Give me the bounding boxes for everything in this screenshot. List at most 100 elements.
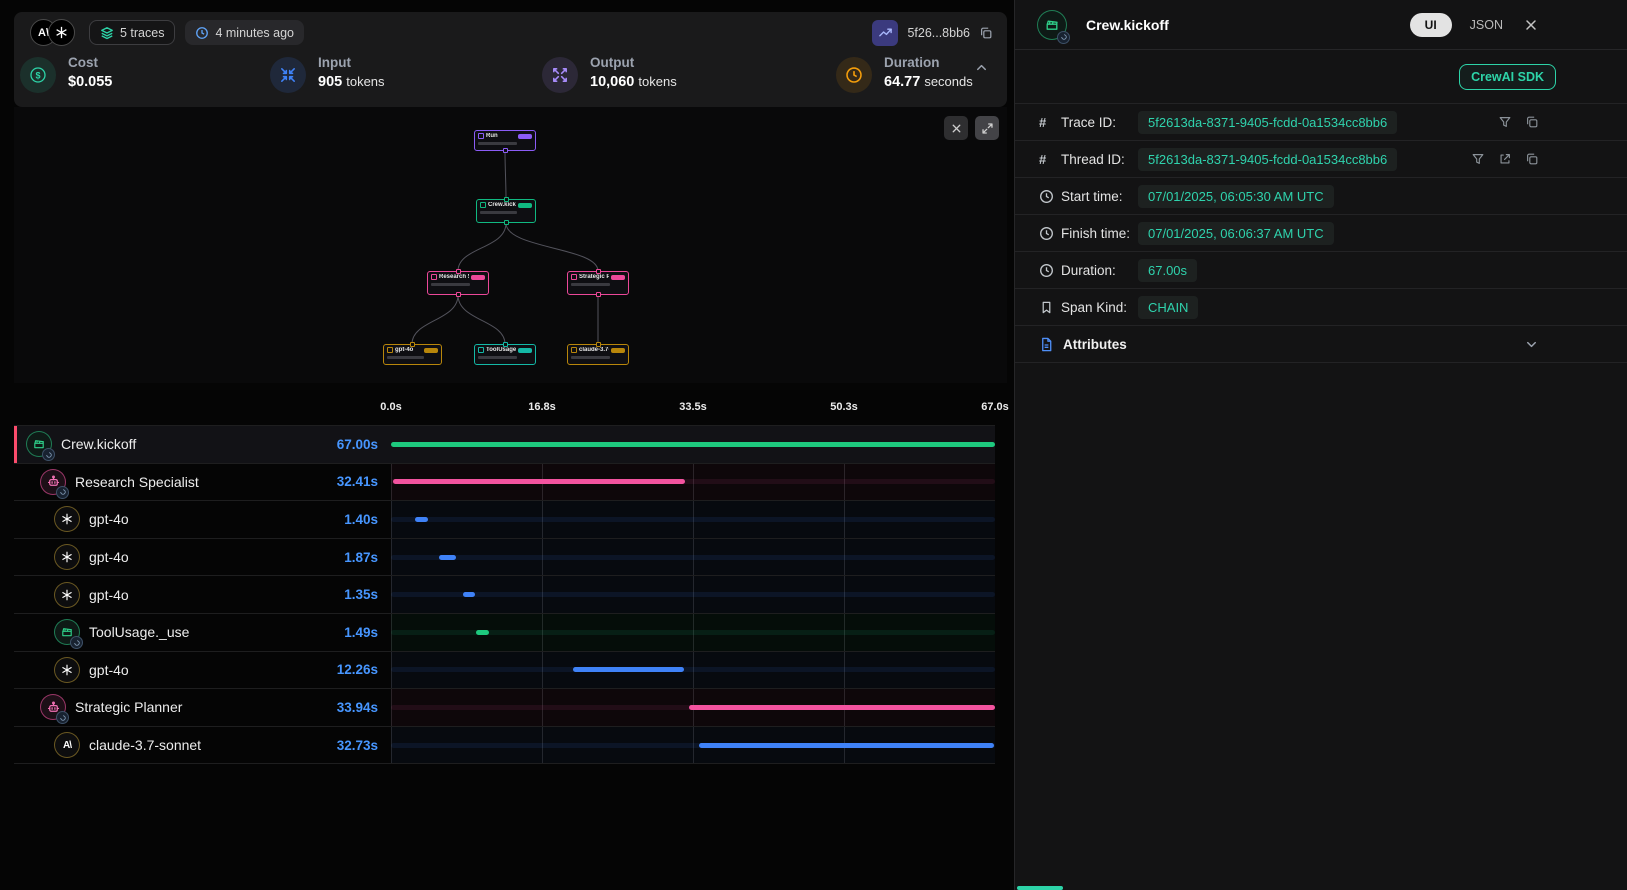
- chevron-down-icon[interactable]: [1524, 337, 1539, 352]
- metric-input: Input 905 tokens: [270, 55, 385, 93]
- span-bar[interactable]: [689, 705, 995, 710]
- span-duration: 33.94s: [337, 700, 391, 715]
- field-label: Start time:: [1061, 189, 1138, 204]
- node-handle-bottom: [503, 148, 508, 153]
- metric-duration: Duration 64.77 seconds: [836, 55, 973, 93]
- span-bar[interactable]: [391, 442, 995, 447]
- traces-count-badge[interactable]: 5 traces: [89, 20, 175, 45]
- node-type-icon: [431, 274, 437, 280]
- span-graph-canvas[interactable]: Run Crew.kickoff Research Speciali... St…: [14, 107, 1007, 383]
- field-list: # Trace ID: 5f2613da-8371-9405-fcdd-0a15…: [1015, 103, 1627, 325]
- span-row-crew-kickoff[interactable]: Crew.kickoff 67.00s: [14, 426, 995, 464]
- node-label: gpt-4o: [395, 347, 422, 353]
- node-subtitle: [478, 142, 517, 145]
- funnel-icon[interactable]: [1498, 115, 1512, 129]
- span-bar[interactable]: [463, 592, 475, 597]
- metric-value: $0.055: [68, 74, 112, 90]
- axis-tick: 0.0s: [380, 401, 401, 413]
- span-name: claude-3.7-sonnet: [89, 737, 201, 753]
- metric-label: Cost: [68, 55, 112, 70]
- node-duration-badge: [471, 275, 485, 280]
- span-row-gpt-4o[interactable]: gpt-4o 1.40s: [14, 501, 995, 539]
- graph-node-research-speciali-[interactable]: Research Speciali...: [427, 271, 489, 295]
- span-row-gpt-4o[interactable]: gpt-4o 1.35s: [14, 576, 995, 614]
- close-icon[interactable]: [1523, 17, 1539, 33]
- scroll-indicator[interactable]: [1017, 886, 1063, 890]
- field-row-start-time: Start time: 07/01/2025, 06:05:30 AM UTC: [1015, 177, 1627, 214]
- tab-ui[interactable]: UI: [1410, 13, 1452, 37]
- graph-node-crew-kickoff[interactable]: Crew.kickoff: [476, 199, 536, 223]
- node-duration-badge: [518, 134, 532, 139]
- sdk-badge[interactable]: CrewAI SDK: [1459, 64, 1556, 90]
- graph-node-strategic-planner[interactable]: Strategic Planner: [567, 271, 629, 295]
- span-row-gpt-4o[interactable]: gpt-4o 1.87s: [14, 539, 995, 577]
- copy-icon[interactable]: [1525, 152, 1539, 166]
- span-row-gpt-4o[interactable]: gpt-4o 12.26s: [14, 652, 995, 690]
- graph-node-run[interactable]: Run: [474, 130, 536, 151]
- spiral-icon: [59, 714, 67, 722]
- openai-icon: [60, 588, 74, 602]
- chevron-up-icon[interactable]: [974, 60, 989, 75]
- time-ago-badge: 4 minutes ago: [185, 20, 304, 45]
- span-bar[interactable]: [476, 630, 489, 635]
- node-type-icon: [478, 133, 484, 139]
- node-duration-badge: [518, 348, 532, 353]
- clock-icon: [1039, 263, 1056, 278]
- span-row-strategic-planner[interactable]: Strategic Planner 33.94s: [14, 689, 995, 727]
- external-icon[interactable]: [1498, 152, 1512, 166]
- node-type-icon: [571, 347, 577, 353]
- field-actions: [1498, 115, 1539, 129]
- metric-output: Output 10,060 tokens: [542, 55, 677, 93]
- span-label-area: ToolUsage._use 1.49s: [14, 614, 391, 651]
- span-name: gpt-4o: [89, 662, 129, 678]
- anthropic-logo-icon: A\: [54, 732, 80, 758]
- span-label-area: gpt-4o 1.40s: [14, 501, 391, 538]
- span-row-toolusage-use[interactable]: ToolUsage._use 1.49s: [14, 614, 995, 652]
- graph-expand-button[interactable]: [975, 116, 999, 140]
- copy-icon[interactable]: [1525, 115, 1539, 129]
- trace-metrics-button[interactable]: [872, 20, 898, 46]
- tab-json[interactable]: JSON: [1470, 18, 1503, 32]
- span-bar[interactable]: [699, 743, 994, 748]
- span-bar[interactable]: [439, 555, 456, 560]
- funnel-icon[interactable]: [1471, 152, 1485, 166]
- span-row-claude-3-7-sonnet[interactable]: A\ claude-3.7-sonnet 32.73s: [14, 727, 995, 765]
- openai-logo-icon: [54, 544, 80, 570]
- copy-icon[interactable]: [979, 26, 993, 40]
- node-type-icon: [480, 202, 486, 208]
- attributes-row[interactable]: Attributes: [1015, 325, 1627, 363]
- trace-summary-card: A\ 5 traces 4 minutes ago: [14, 12, 1007, 107]
- node-handle-bottom: [504, 220, 509, 225]
- metric-value: 10,060 tokens: [590, 74, 677, 90]
- node-handle-top: [596, 269, 601, 274]
- field-value: 07/01/2025, 06:06:37 AM UTC: [1138, 222, 1334, 245]
- agentops-badge-icon: [56, 711, 69, 724]
- clock-icon: [845, 66, 863, 84]
- span-timeline: [391, 689, 995, 726]
- span-bar[interactable]: [393, 479, 685, 484]
- field-row-duration: Duration: 67.00s: [1015, 251, 1627, 288]
- graph-node-claude-3-7-sonnet[interactable]: claude-3.7-sonnet: [567, 344, 629, 365]
- node-subtitle: [431, 283, 470, 286]
- node-label: Strategic Planner: [579, 274, 609, 280]
- node-subtitle: [478, 356, 517, 359]
- node-label: claude-3.7-sonnet: [579, 347, 609, 353]
- graph-close-button[interactable]: [944, 116, 968, 140]
- agentops-badge-icon: [1057, 31, 1070, 44]
- field-row-thread-id: # Thread ID: 5f2613da-8371-9405-fcdd-0a1…: [1015, 140, 1627, 177]
- field-label: Thread ID:: [1061, 152, 1138, 167]
- span-timeline: [391, 426, 995, 463]
- copy-icon: [1525, 115, 1539, 129]
- svg-text:$: $: [35, 71, 40, 81]
- graph-node-toolusage-use[interactable]: ToolUsage._use: [474, 344, 536, 365]
- span-bar[interactable]: [573, 667, 684, 672]
- span-label-area: Strategic Planner 33.94s: [14, 689, 391, 726]
- graph-node-gpt-4o[interactable]: gpt-4o: [383, 344, 442, 365]
- span-row-research-specialist[interactable]: Research Specialist 32.41s: [14, 464, 995, 502]
- span-bar[interactable]: [415, 517, 428, 522]
- metrics-row: $ Cost $0.055 Input 905 tokens Output 10…: [14, 53, 1007, 107]
- node-handle-top: [410, 342, 415, 347]
- field-value: 67.00s: [1138, 259, 1197, 282]
- copy-icon: [1525, 152, 1539, 166]
- span-track: [391, 555, 995, 560]
